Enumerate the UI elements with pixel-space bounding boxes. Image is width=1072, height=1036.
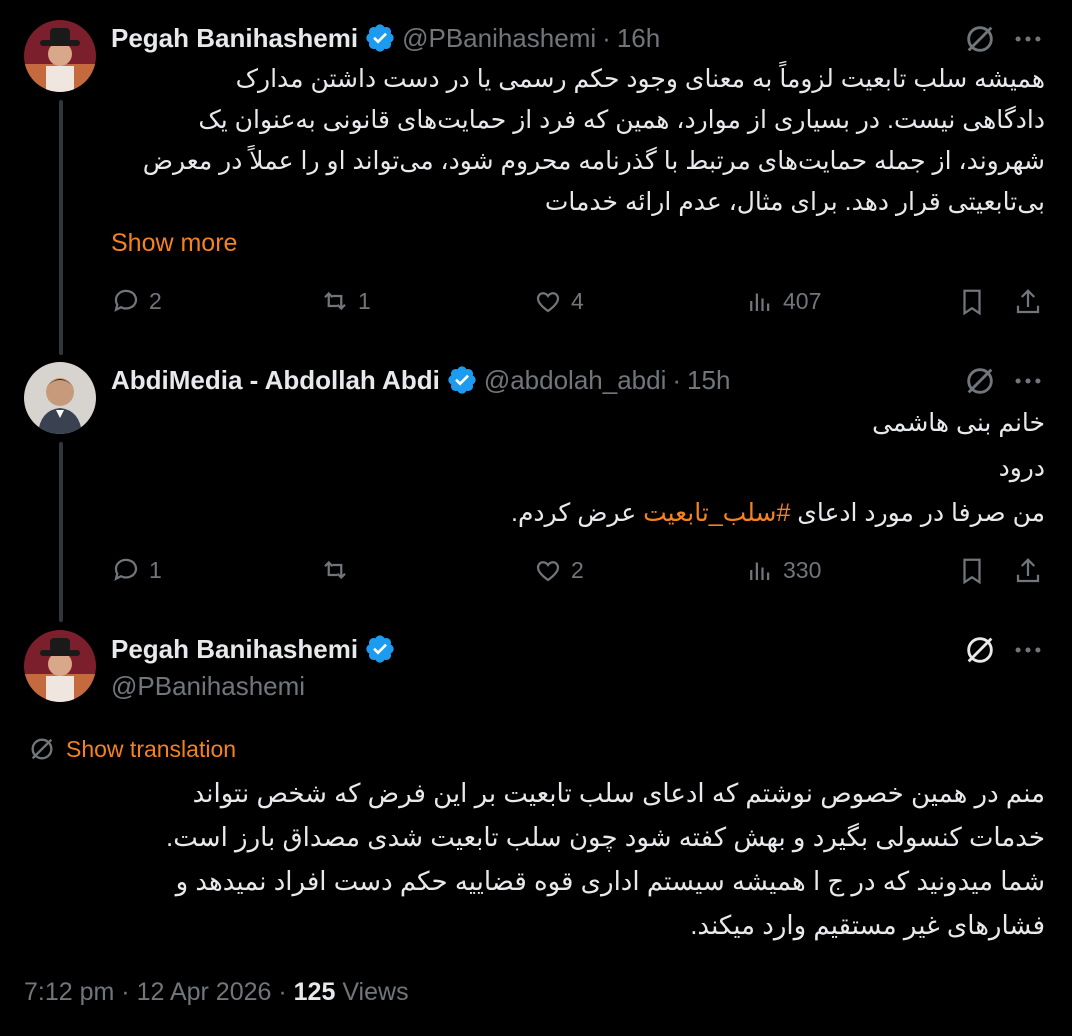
text-line: درود — [998, 454, 1045, 482]
repost-button[interactable] — [320, 555, 358, 585]
views-icon — [750, 562, 770, 580]
thread-line — [59, 100, 63, 355]
avatar[interactable] — [24, 630, 96, 702]
text-line: شما میدونید که در ج ا همیشه سیستم اداری … — [175, 866, 1045, 896]
text-line: بی‌تابعیتی قرار دهد. برای مثال، عدم ارائ… — [544, 188, 1045, 216]
avatar[interactable] — [24, 362, 96, 434]
views-button[interactable]: 330 — [745, 555, 821, 585]
grok-icon[interactable] — [963, 22, 997, 56]
text-line: خدمات کنسولی بگیرد و بهش کفته شود چون سل… — [166, 822, 1045, 852]
post-date[interactable]: 12 Apr 2026 — [137, 978, 272, 1006]
post-time[interactable]: 7:12 pm — [24, 978, 114, 1006]
repost-icon — [324, 291, 346, 311]
author-name[interactable]: Pegah Banihashemi — [111, 23, 358, 54]
repost-icon — [324, 560, 346, 580]
author-handle[interactable]: @PBanihashemi — [111, 671, 305, 702]
repost-count: 1 — [358, 287, 371, 314]
show-translation-button[interactable]: Show translation — [28, 735, 236, 763]
text-line: شهروند، از جمله حمایت‌های مرتبط با گذرنا… — [142, 147, 1045, 175]
like-count: 2 — [571, 556, 584, 583]
share-icon[interactable] — [1013, 556, 1043, 586]
views-count: 407 — [783, 287, 822, 314]
author-handle-row: @PBanihashemi — [111, 668, 305, 704]
author-header: Pegah Banihashemi — [111, 631, 402, 667]
text-line: منم در همین خصوص نوشتم که ادعای سلب تابع… — [192, 778, 1045, 808]
heart-icon — [536, 561, 560, 582]
views-count: 125 — [293, 978, 336, 1006]
translate-icon — [31, 738, 53, 760]
reply-button[interactable]: 2 — [111, 286, 162, 316]
reply-icon — [114, 289, 138, 312]
more-options-icon[interactable] — [1011, 22, 1045, 56]
heart-icon — [536, 292, 560, 313]
verified-badge-icon — [366, 635, 394, 663]
reply-count: 2 — [149, 287, 162, 314]
reply-count: 1 — [149, 556, 162, 583]
share-icon[interactable] — [1013, 287, 1043, 317]
tweet-header: AbdiMedia - Abdollah Abdi @abdolah_abdi … — [111, 362, 730, 398]
text-segment: عرض کردم. — [511, 499, 644, 527]
tweet-header: Pegah Banihashemi @PBanihashemi · 16h — [111, 20, 660, 56]
separator-dot: · — [121, 978, 137, 1006]
like-button[interactable]: 4 — [533, 286, 584, 316]
text-line: فشارهای غیر مستقیم وارد میکند. — [690, 910, 1045, 940]
text-line: خانم بنی هاشمی — [872, 409, 1045, 437]
separator-dot: · — [672, 364, 682, 395]
separator-dot: · — [278, 978, 294, 1006]
separator-dot: · — [602, 22, 611, 53]
tweet-text: همیشه سلب تابعیت لزوماً به معنای وجود حک… — [111, 59, 1045, 223]
avatar[interactable] — [24, 20, 96, 92]
tweet-text: خانم بنی هاشمی درود من صرفا در مورد ادعا… — [111, 401, 1045, 536]
like-button[interactable]: 2 — [533, 555, 584, 585]
main-tweet-text: منم در همین خصوص نوشتم که ادعای سلب تابع… — [24, 771, 1045, 947]
bookmark-icon[interactable] — [957, 556, 987, 586]
repost-button[interactable]: 1 — [320, 286, 371, 316]
hashtag-link[interactable]: #سلب_تابعیت — [643, 499, 790, 527]
grok-icon[interactable] — [963, 633, 997, 667]
grok-icon[interactable] — [963, 364, 997, 398]
text-line: همیشه سلب تابعیت لزوماً به معنای وجود حک… — [235, 65, 1045, 93]
more-options-icon[interactable] — [1011, 364, 1045, 398]
views-icon — [750, 293, 770, 311]
verified-badge-icon — [366, 24, 394, 52]
bookmark-icon[interactable] — [957, 287, 987, 317]
text-line: دادگاهی نیست. در بسیاری از موارد، همین ک… — [198, 106, 1045, 134]
views-button[interactable]: 407 — [745, 286, 821, 316]
author-name[interactable]: Pegah Banihashemi — [111, 634, 358, 665]
verified-badge-icon — [448, 366, 476, 394]
author-handle[interactable]: @PBanihashemi — [402, 23, 596, 54]
text-segment: من صرفا در مورد ادعای — [790, 499, 1045, 527]
tweet-meta: 7:12 pm · 12 Apr 2026 · 125 Views — [24, 978, 409, 1007]
text-line: من صرفا در مورد ادعای #سلب_تابعیت عرض کر… — [111, 491, 1045, 536]
like-count: 4 — [571, 287, 584, 314]
reply-button[interactable]: 1 — [111, 555, 162, 585]
views-label: Views — [342, 978, 409, 1006]
timestamp[interactable]: 15h — [687, 365, 730, 396]
timestamp[interactable]: 16h — [617, 23, 660, 54]
views-count: 330 — [783, 556, 822, 583]
author-handle[interactable]: @abdolah_abdi — [484, 365, 667, 396]
show-translation-label: Show translation — [66, 735, 237, 762]
show-more-link[interactable]: Show more — [111, 229, 237, 258]
author-name[interactable]: AbdiMedia - Abdollah Abdi — [111, 365, 440, 396]
thread-line — [59, 442, 63, 622]
more-options-icon[interactable] — [1011, 633, 1045, 667]
reply-icon — [114, 558, 138, 581]
